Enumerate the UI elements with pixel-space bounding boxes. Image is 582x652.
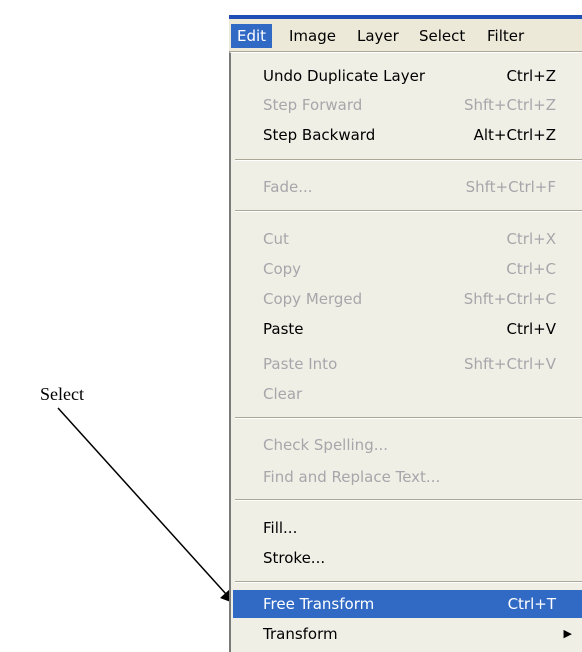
menu-item-step-backward[interactable]: Step Backward Alt+Ctrl+Z: [233, 121, 582, 149]
menu-item-label: Cut: [263, 230, 289, 248]
menu-item-label: Paste Into: [263, 355, 338, 373]
menu-item-label: Fade...: [263, 178, 313, 196]
menu-item-fill[interactable]: Fill...: [233, 514, 582, 542]
menu-item-label: Copy: [263, 260, 302, 278]
menu-item-clear[interactable]: Clear: [233, 380, 582, 408]
menu-item-shortcut: Ctrl+X: [506, 230, 556, 248]
menu-item-fade[interactable]: Fade... Shft+Ctrl+F: [233, 173, 582, 201]
menu-item-shortcut: Shft+Ctrl+F: [465, 178, 556, 196]
menubar-item-filter[interactable]: Filter: [481, 24, 530, 48]
menu-item-shortcut: Shft+Ctrl+Z: [463, 96, 556, 114]
edit-menu-dropdown: Undo Duplicate Layer Ctrl+Z Step Forward…: [229, 52, 582, 652]
menu-item-undo-duplicate-layer[interactable]: Undo Duplicate Layer Ctrl+Z: [233, 62, 582, 90]
menu-item-copy[interactable]: Copy Ctrl+C: [233, 255, 582, 283]
menubar-item-select[interactable]: Select: [413, 24, 471, 48]
menu-item-step-forward[interactable]: Step Forward Shft+Ctrl+Z: [233, 91, 582, 119]
menu-item-shortcut: Shft+Ctrl+V: [463, 355, 556, 373]
menu-item-check-spelling[interactable]: Check Spelling...: [233, 431, 582, 459]
menu-item-shortcut: Ctrl+C: [506, 260, 556, 278]
menubar-item-layer[interactable]: Layer: [351, 24, 405, 48]
menu-item-label: Stroke...: [263, 549, 326, 567]
menu-item-copy-merged[interactable]: Copy Merged Shft+Ctrl+C: [233, 285, 582, 313]
menu-separator: [235, 159, 582, 161]
menu-item-label: Check Spelling...: [263, 436, 389, 454]
menu-item-paste[interactable]: Paste Ctrl+V: [233, 315, 582, 343]
menu-item-label: Undo Duplicate Layer: [263, 67, 426, 85]
menu-item-label: Find and Replace Text...: [263, 468, 441, 486]
menu-separator: [235, 210, 582, 212]
menubar-item-edit[interactable]: Edit: [231, 24, 273, 48]
menu-item-shortcut: Ctrl+T: [507, 595, 556, 613]
menu-item-label: Clear: [263, 385, 303, 403]
menu-bar: Edit Image Layer Select Filter: [229, 15, 582, 52]
menu-item-stroke[interactable]: Stroke...: [233, 544, 582, 572]
menubar-item-image[interactable]: Image: [283, 24, 342, 48]
menu-item-label: Copy Merged: [263, 290, 363, 308]
menu-item-label: Paste: [263, 320, 304, 338]
menu-item-find-and-replace-text[interactable]: Find and Replace Text...: [233, 463, 582, 491]
menu-item-shortcut: Ctrl+Z: [506, 67, 556, 85]
menu-item-label: Free Transform: [263, 595, 375, 613]
menu-item-shortcut: Ctrl+V: [506, 320, 556, 338]
menu-item-transform[interactable]: Transform ▶: [233, 620, 582, 648]
menu-item-label: Fill...: [263, 519, 298, 537]
menu-separator: [235, 417, 582, 419]
menu-separator: [235, 499, 582, 501]
menu-item-free-transform[interactable]: Free Transform Ctrl+T: [233, 590, 582, 618]
submenu-arrow-icon: ▶: [563, 627, 572, 640]
menu-item-label: Transform: [263, 625, 338, 643]
titlebar-band: [229, 15, 582, 19]
menu-item-shortcut: Alt+Ctrl+Z: [473, 126, 556, 144]
menu-item-paste-into[interactable]: Paste Into Shft+Ctrl+V: [233, 350, 582, 378]
menu-item-cut[interactable]: Cut Ctrl+X: [233, 225, 582, 253]
menu-item-label: Step Forward: [263, 96, 363, 114]
menu-item-shortcut: Shft+Ctrl+C: [463, 290, 556, 308]
menu-separator: [235, 581, 582, 583]
menu-item-label: Step Backward: [263, 126, 376, 144]
